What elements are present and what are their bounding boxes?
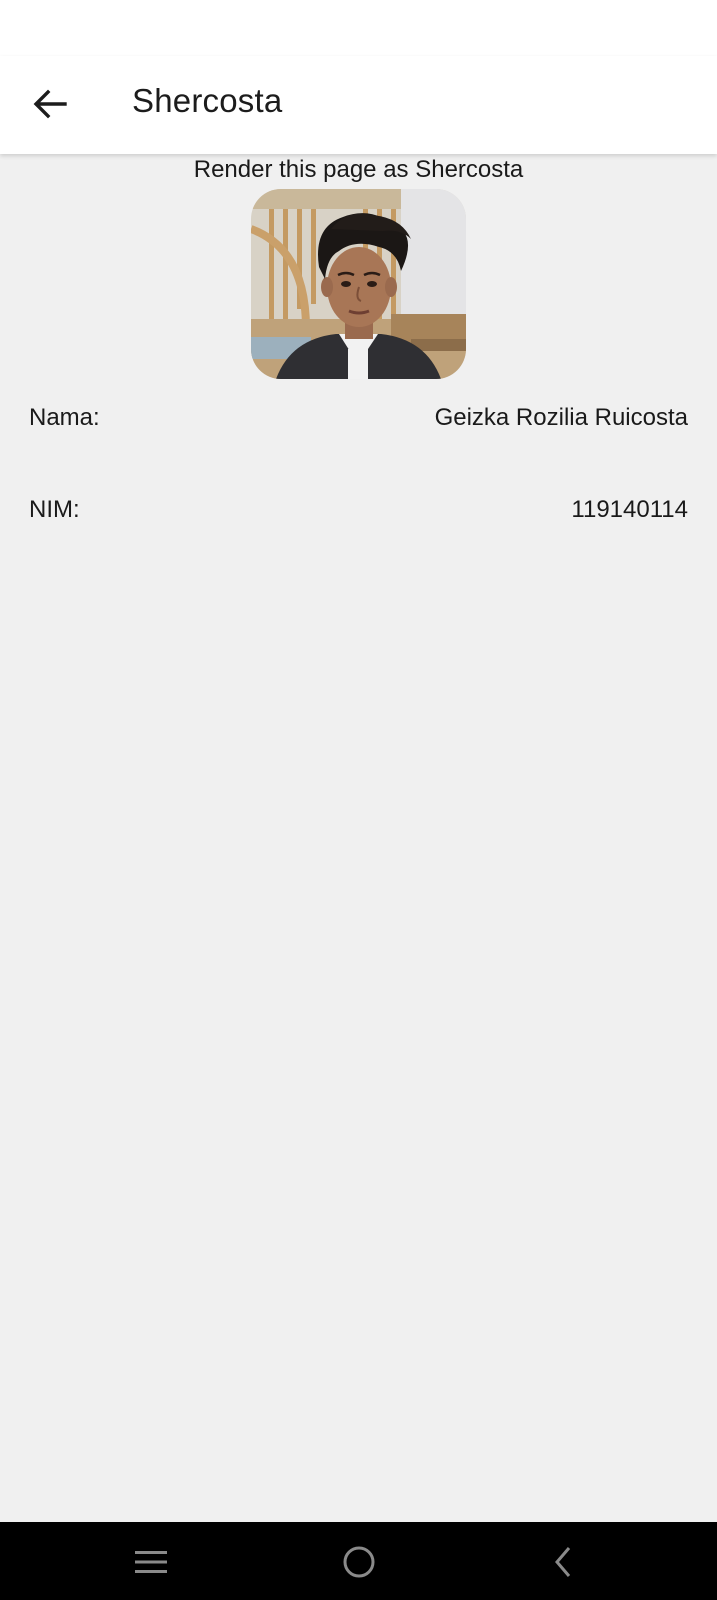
chevron-left-icon bbox=[555, 1547, 571, 1577]
nim-value: 119140114 bbox=[571, 496, 688, 523]
nama-value: Geizka Rozilia Ruicosta bbox=[434, 404, 688, 431]
system-nav-bar bbox=[0, 1522, 717, 1600]
circle-home-icon bbox=[343, 1546, 375, 1578]
nav-back-button[interactable] bbox=[538, 1536, 590, 1588]
nama-label: Nama: bbox=[29, 404, 100, 431]
status-bar bbox=[0, 0, 717, 56]
menu-lines-icon bbox=[135, 1551, 167, 1573]
profile-photo bbox=[251, 189, 466, 379]
page-title: Shercosta bbox=[132, 82, 283, 119]
nim-label: NIM: bbox=[29, 496, 80, 523]
home-button[interactable] bbox=[333, 1536, 385, 1588]
arrow-left-icon bbox=[33, 89, 67, 119]
page-subtitle: Render this page as Shercosta bbox=[193, 156, 524, 183]
app-bar: Shercosta bbox=[0, 56, 717, 154]
profile-content: Render this page as Shercosta Nama: Geiz… bbox=[0, 154, 717, 1522]
back-button[interactable] bbox=[24, 78, 76, 130]
recents-button[interactable] bbox=[125, 1536, 177, 1588]
